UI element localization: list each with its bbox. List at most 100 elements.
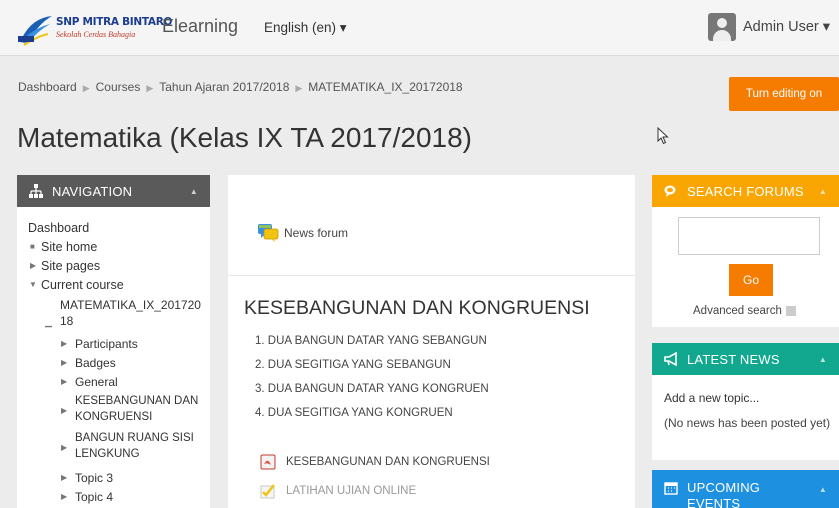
collapse-arrow-icon: ▼ xyxy=(29,280,37,289)
breadcrumb: Dashboard ▶ Courses ▶ Tahun Ajaran 2017/2018… xyxy=(18,80,463,94)
nav-site-home-label: Site home xyxy=(41,240,98,254)
expand-arrow-icon: ▶ xyxy=(61,406,68,415)
site-brand-link[interactable]: Elearning xyxy=(162,16,238,37)
school-logo[interactable]: SNP MITRA BINTARO Sekolah Cerdas Bahagia xyxy=(18,12,172,46)
nav-topic-kese-line2: KONGRUENSI xyxy=(75,411,153,423)
breadcrumb-separator-icon: ▶ xyxy=(82,83,90,93)
turn-editing-on-button[interactable]: Turn editing on xyxy=(729,77,839,111)
nav-general-label: General xyxy=(75,375,118,389)
chat-search-icon xyxy=(664,184,678,198)
list-item: 3. DUA BANGUN DATAR YANG KONGRUEN xyxy=(255,383,489,395)
list-item: 1. DUA BANGUN DATAR YANG SEBANGUN xyxy=(255,335,487,347)
file-activity-link[interactable]: KESEBANGUNAN DAN KONGRUENSI xyxy=(259,454,490,470)
user-menu[interactable]: Admin User ▾ xyxy=(708,13,830,41)
logo-subtitle: Sekolah Cerdas Bahagia xyxy=(56,30,136,39)
calendar-icon xyxy=(664,481,678,495)
section-divider xyxy=(228,275,635,276)
nav-topic-kese-line1: KESEBANGUNAN DAN xyxy=(75,395,199,407)
navigation-title: NAVIGATION xyxy=(52,183,133,199)
expand-arrow-icon: ▶ xyxy=(61,339,68,348)
nav-topic-4[interactable]: ▶ Topic 4 xyxy=(61,490,113,504)
search-forums-block: SEARCH FORUMS ▲ Go Advanced search xyxy=(652,175,839,327)
user-name: Admin User ▾ xyxy=(743,19,831,35)
nav-topic-bangun-line1: BANGUN RUANG SISI xyxy=(75,432,194,444)
list-item: 2. DUA SEGITIGA YANG SEBANGUN xyxy=(255,359,451,371)
nav-topic-3[interactable]: ▶ Topic 3 xyxy=(61,471,113,485)
navigation-block-header[interactable]: NAVIGATION ▲ xyxy=(17,175,210,207)
upcoming-events-title: UPCOMING EVENTS xyxy=(687,480,761,508)
nav-current-course[interactable]: ▼ Current course xyxy=(28,278,124,292)
news-forum-label: News forum xyxy=(284,226,349,240)
avatar xyxy=(708,13,736,41)
advanced-search-link[interactable]: Advanced search xyxy=(693,305,796,317)
no-news-message: (No news has been posted yet) xyxy=(664,416,831,430)
nav-course-line1: MATEMATIKA_IX_201720 xyxy=(60,298,201,312)
nav-badges[interactable]: ▶ Badges xyxy=(61,356,116,370)
collapse-icon[interactable]: ▲ xyxy=(819,187,827,196)
collapse-icon[interactable]: ▲ xyxy=(819,482,827,498)
collapse-arrow-icon: ▁ xyxy=(45,317,52,327)
nav-current-course-label: Current course xyxy=(41,278,124,292)
breadcrumb-category[interactable]: Tahun Ajaran 2017/2018 xyxy=(159,80,289,94)
bullet-icon: ■ xyxy=(30,242,35,251)
latest-news-header[interactable]: LATEST NEWS ▲ xyxy=(652,343,839,375)
logo-mark-icon xyxy=(18,16,52,46)
breadcrumb-separator-icon: ▶ xyxy=(146,83,154,93)
nav-topic-4-label: Topic 4 xyxy=(75,490,114,504)
news-forum-link[interactable]: News forum xyxy=(257,223,348,243)
nav-topic-bangun-ruang[interactable]: ▶ BANGUN RUANG SISI LENGKUNG xyxy=(61,430,194,462)
expand-arrow-icon: ▶ xyxy=(61,473,68,482)
top-navbar: SNP MITRA BINTARO Sekolah Cerdas Bahagia… xyxy=(0,0,839,56)
nav-topic-3-label: Topic 3 xyxy=(75,471,114,485)
pdf-file-icon xyxy=(260,454,276,470)
quiz-activity-link[interactable]: LATIHAN UJIAN ONLINE xyxy=(259,483,416,499)
nav-site-home[interactable]: ■ Site home xyxy=(28,240,97,254)
breadcrumb-course[interactable]: MATEMATIKA_IX_20172018 xyxy=(308,80,462,94)
language-menu[interactable]: English (en) ▾ xyxy=(264,20,347,36)
expand-arrow-icon: ▶ xyxy=(61,358,68,367)
go-button[interactable]: Go xyxy=(729,264,773,296)
course-content: News forum KESEBANGUNAN DAN KONGRUENSI 1… xyxy=(228,175,635,508)
nav-course[interactable]: ▁ MATEMATIKA_IX_201720 18 xyxy=(43,297,201,329)
nav-topic-bangun-line2: LENGKUNG xyxy=(75,448,140,460)
navigation-block: NAVIGATION ▲ Dashboard ■ Site home ▶ Sit… xyxy=(17,175,210,508)
help-icon[interactable] xyxy=(785,306,796,316)
breadcrumb-separator-icon: ▶ xyxy=(295,83,303,93)
page-title: Matematika (Kelas IX TA 2017/2018) xyxy=(17,122,472,153)
megaphone-icon xyxy=(664,351,678,367)
search-forums-header[interactable]: SEARCH FORUMS ▲ xyxy=(652,175,839,207)
collapse-icon[interactable]: ▲ xyxy=(819,355,827,364)
expand-arrow-icon: ▶ xyxy=(61,377,68,386)
latest-news-title: LATEST NEWS xyxy=(687,351,780,367)
nav-badges-label: Badges xyxy=(75,356,116,370)
list-item: 4. DUA SEGITIGA YANG KONGRUEN xyxy=(255,407,453,419)
file-activity-label: KESEBANGUNAN DAN KONGRUENSI xyxy=(286,456,490,468)
expand-arrow-icon: ▶ xyxy=(61,443,68,452)
latest-news-block: LATEST NEWS ▲ Add a new topic... (No new… xyxy=(652,343,839,460)
logo-title: SNP MITRA BINTARO xyxy=(56,16,173,28)
mouse-cursor-icon xyxy=(657,127,669,145)
add-topic-link[interactable]: Add a new topic... xyxy=(664,391,759,405)
nav-site-pages-label: Site pages xyxy=(41,259,101,273)
sitemap-icon xyxy=(29,184,43,198)
nav-participants[interactable]: ▶ Participants xyxy=(61,337,138,351)
quiz-checklist-icon xyxy=(260,484,275,499)
section-title: KESEBANGUNAN DAN KONGRUENSI xyxy=(244,297,590,319)
nav-participants-label: Participants xyxy=(75,337,138,351)
nav-dashboard[interactable]: Dashboard xyxy=(28,221,89,235)
search-forums-title: SEARCH FORUMS xyxy=(687,183,804,199)
topic-summary-list: 1. DUA BANGUN DATAR YANG SEBANGUN 2. DUA… xyxy=(255,335,489,431)
upcoming-events-block: UPCOMING EVENTS ▲ xyxy=(652,470,839,508)
upcoming-events-header[interactable]: UPCOMING EVENTS ▲ xyxy=(652,470,839,508)
search-forums-input[interactable] xyxy=(678,217,820,255)
quiz-activity-label: LATIHAN UJIAN ONLINE xyxy=(286,485,417,497)
breadcrumb-dashboard[interactable]: Dashboard xyxy=(18,80,77,94)
nav-site-pages[interactable]: ▶ Site pages xyxy=(28,259,100,273)
breadcrumb-courses[interactable]: Courses xyxy=(96,80,141,94)
nav-general[interactable]: ▶ General xyxy=(61,375,118,389)
advanced-search-label: Advanced search xyxy=(693,305,782,317)
nav-topic-kesebangunan[interactable]: ▶ KESEBANGUNAN DAN KONGRUENSI xyxy=(61,393,198,425)
collapse-icon[interactable]: ▲ xyxy=(190,187,198,196)
nav-course-line2: 18 xyxy=(60,314,74,328)
expand-arrow-icon: ▶ xyxy=(61,492,68,501)
